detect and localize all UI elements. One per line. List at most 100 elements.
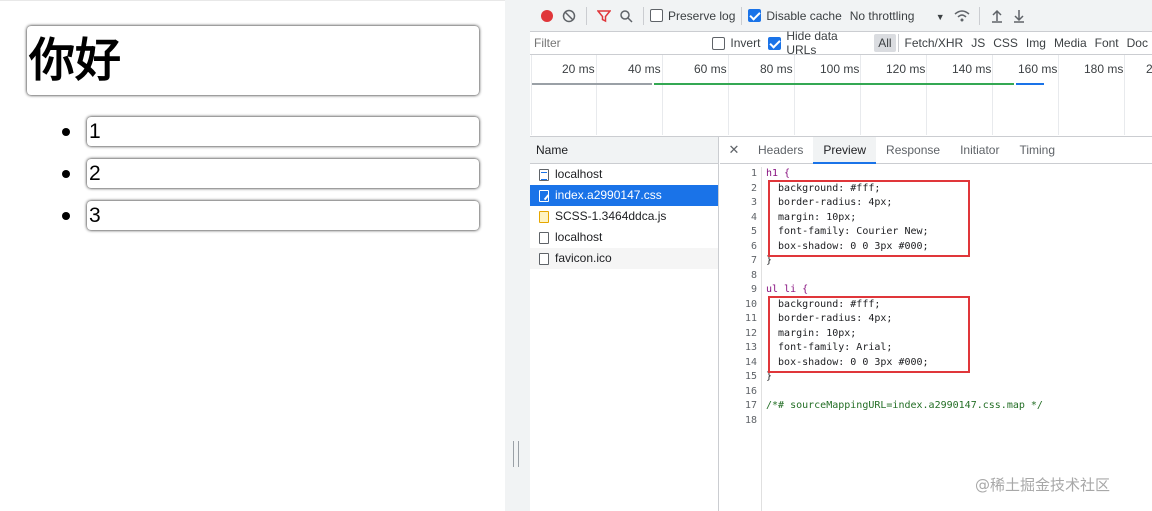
line-number: 13 — [744, 342, 757, 353]
preserve-log-checkbox[interactable]: Preserve log — [650, 9, 735, 23]
list-item: 3 — [62, 201, 479, 230]
checkbox-checked-icon[interactable] — [748, 9, 762, 22]
line-number: 4 — [750, 211, 757, 223]
css-file-icon — [539, 189, 549, 202]
timeline-gridline — [662, 55, 663, 135]
disable-cache-label: Disable cache — [766, 8, 842, 23]
js-file-icon — [539, 210, 549, 223]
filter-type-css[interactable]: CSS — [989, 34, 1022, 52]
throttling-select[interactable]: No throttling ▼ — [850, 9, 945, 23]
disable-cache-checkbox[interactable]: Disable cache — [748, 8, 842, 23]
line-number: 10 — [744, 298, 757, 310]
page-heading: 你好 — [27, 26, 479, 95]
timeline-gridline — [1058, 55, 1059, 135]
timeline-overview[interactable]: 20 ms 40 ms 60 ms 80 ms 100 ms 120 ms 14… — [530, 55, 1152, 137]
grip-icon — [513, 441, 519, 467]
request-row[interactable]: SCSS-1.3464ddca.js — [530, 206, 718, 227]
line-number: 1 — [750, 168, 757, 179]
filter-type-fetch-xhr[interactable]: Fetch/XHR — [901, 34, 968, 52]
tab-timing[interactable]: Timing — [1009, 137, 1065, 164]
highlight-box — [768, 296, 970, 373]
timeline-bar — [654, 83, 1014, 85]
devtools-network-panel: Preserve log Disable cache No throttling… — [530, 0, 1152, 511]
list-item: 1 — [62, 117, 479, 146]
timeline-tick-label: 120 ms — [886, 62, 926, 76]
line-number: 11 — [744, 313, 757, 324]
request-row[interactable]: localhost — [530, 227, 718, 248]
name-column-header[interactable]: Name — [530, 137, 718, 164]
timeline-tick-label: 40 ms — [628, 62, 661, 76]
checkbox-checked-icon[interactable] — [768, 36, 782, 50]
request-row[interactable]: favicon.ico — [530, 248, 718, 269]
export-har-icon[interactable] — [1008, 5, 1030, 27]
request-name: SCSS-1.3464ddca.js — [555, 209, 667, 223]
request-row-selected[interactable]: index.a2990147.css — [530, 185, 718, 206]
timeline-tick-label: 20 ms — [562, 62, 595, 76]
filter-icon[interactable] — [593, 5, 615, 27]
filter-type-font[interactable]: Font — [1091, 34, 1123, 52]
search-icon[interactable] — [615, 5, 637, 27]
chevron-down-icon: ▼ — [935, 11, 945, 22]
tab-response[interactable]: Response — [876, 137, 950, 164]
list-item-text: 1 — [89, 120, 101, 143]
filter-type-js[interactable]: JS — [967, 34, 989, 52]
checkbox-icon[interactable] — [650, 9, 663, 22]
line-number: 16 — [744, 385, 757, 397]
preserve-log-label: Preserve log — [668, 8, 736, 23]
clear-icon[interactable] — [558, 5, 580, 27]
divider — [586, 6, 587, 25]
filter-type-media[interactable]: Media — [1050, 34, 1091, 52]
filter-input[interactable] — [534, 33, 703, 53]
divider — [978, 6, 980, 25]
tab-initiator[interactable]: Initiator — [950, 137, 1009, 164]
timeline-tick-label: 100 ms — [820, 62, 860, 76]
tab-headers[interactable]: Headers — [748, 137, 813, 164]
line-number: 2 — [750, 182, 757, 194]
request-name: index.a2990147.css — [555, 188, 662, 202]
highlight-box — [768, 180, 970, 257]
timeline-gridline — [992, 55, 993, 135]
tab-preview[interactable]: Preview — [813, 136, 877, 164]
request-name: localhost — [555, 230, 603, 244]
bullet-icon — [62, 170, 70, 178]
record-icon[interactable] — [536, 5, 558, 27]
request-list: Name localhost index.a2990147.css SCSS-1… — [530, 137, 719, 511]
code-preview[interactable]: 1 2 3 4 5 6 7 8 9 10 11 12 13 14 15 16 1… — [720, 165, 1152, 511]
timeline-tick-label: 160 ms — [1018, 62, 1058, 76]
line-number-gutter: 1 2 3 4 5 6 7 8 9 10 11 12 13 14 15 16 1… — [720, 167, 762, 511]
timeline-gridline — [926, 55, 927, 135]
import-har-icon[interactable] — [986, 5, 1008, 27]
detail-tabs: ✕ Headers Preview Response Initiator Tim… — [720, 136, 1152, 164]
bullet-icon — [62, 212, 70, 220]
request-detail-pane: ✕ Headers Preview Response Initiator Tim… — [720, 136, 1152, 511]
invert-checkbox[interactable]: Invert — [712, 36, 760, 50]
timeline-gridline — [860, 55, 861, 135]
bullet-icon — [62, 128, 70, 136]
list-item-text: 2 — [89, 162, 101, 185]
filter-type-doc[interactable]: Doc — [1123, 34, 1152, 52]
devtools-resize-handle[interactable] — [505, 0, 530, 511]
hide-data-urls-label: Hide data URLs — [786, 29, 838, 57]
request-row[interactable]: localhost — [530, 164, 718, 185]
blank-file-icon — [539, 231, 549, 244]
throttling-value: No throttling — [849, 8, 915, 23]
line-number: 14 — [744, 356, 757, 368]
filter-type-all[interactable]: All — [874, 34, 896, 52]
timeline-bar — [1016, 83, 1044, 85]
checkbox-icon[interactable] — [712, 36, 726, 50]
hide-data-urls-checkbox[interactable]: Hide data URLs — [768, 29, 870, 57]
watermark: @稀土掘金技术社区 — [975, 476, 1111, 494]
line-number: 12 — [744, 327, 757, 339]
filter-type-img[interactable]: Img — [1022, 34, 1050, 52]
blank-file-icon — [539, 252, 549, 265]
line-number: 3 — [750, 197, 757, 208]
line-number: 8 — [750, 269, 757, 281]
timeline-gridline — [794, 55, 795, 135]
divider — [741, 6, 743, 25]
network-conditions-icon[interactable] — [951, 5, 973, 27]
divider — [897, 34, 899, 52]
request-name: localhost — [555, 167, 603, 181]
close-icon[interactable]: ✕ — [720, 142, 748, 158]
